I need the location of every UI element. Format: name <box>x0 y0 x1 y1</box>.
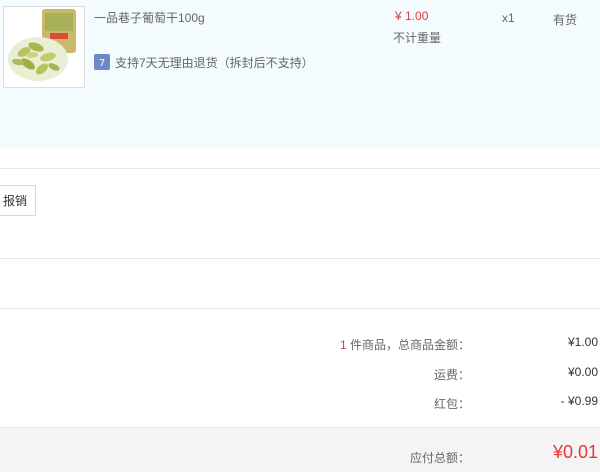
item-count: 1 <box>339 338 347 352</box>
item-price: ¥ 1.00 <box>395 9 429 23</box>
return-policy-text: 支持7天无理由退货（拆封后不支持） <box>115 55 314 70</box>
redpacket-label: 红包： <box>433 397 470 411</box>
shipping-label: 运费： <box>433 368 470 382</box>
total-label: 应付总额： <box>409 451 470 465</box>
redpacket-value: - ¥0.99 <box>560 394 598 408</box>
cart-item-panel: 一品巷子葡萄干100g ¥ 1.00 不计重量 x1 有货 7 支持7天无理由退… <box>0 0 600 148</box>
shipping-value: ¥0.00 <box>567 365 598 379</box>
order-total-bar: 应付总额： ¥0.01 <box>0 427 600 472</box>
divider <box>0 308 600 309</box>
subtotal-value: ¥1.00 <box>567 335 598 349</box>
total-amount: ¥0.01 <box>552 442 598 462</box>
divider <box>0 258 600 259</box>
subtotal-label: 件商品，总商品金额： <box>346 338 470 352</box>
svg-text:7: 7 <box>99 58 105 69</box>
seven-day-return-icon: 7 <box>94 54 110 70</box>
stock-status: 有货 <box>553 13 578 27</box>
item-quantity: x1 <box>502 11 515 25</box>
raisin-package-image <box>4 7 84 87</box>
product-image[interactable] <box>3 6 85 88</box>
return-policy: 7 支持7天无理由退货（拆封后不支持） <box>94 53 314 71</box>
item-count-label: 1 件商品，总商品金额： <box>340 336 470 353</box>
weight-note: 不计重量 <box>393 31 442 45</box>
invoice-reimburse-button[interactable]: 报销 <box>0 185 36 216</box>
divider <box>0 168 600 169</box>
product-name-link[interactable]: 一品巷子葡萄干100g <box>94 9 205 26</box>
